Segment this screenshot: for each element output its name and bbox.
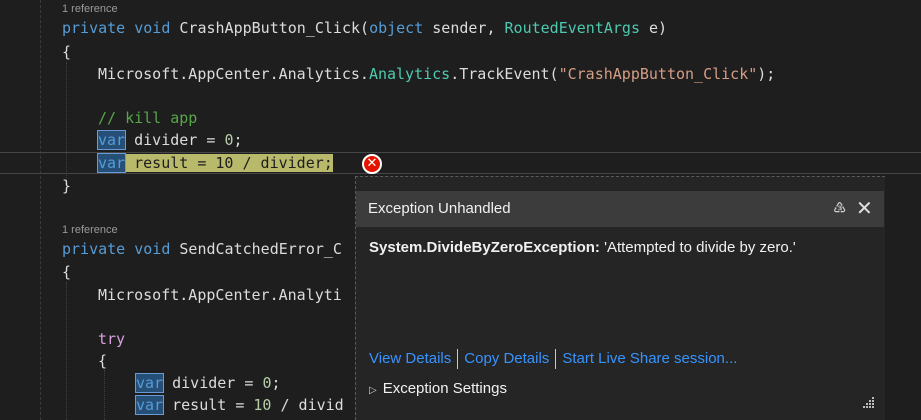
code-line-method-signature[interactable]: private void SendCatchedError_C: [62, 238, 342, 260]
close-icon[interactable]: ✕: [856, 196, 873, 221]
code-line-divider[interactable]: var divider = 0;: [134, 372, 281, 394]
method-call: .TrackEvent(: [450, 65, 559, 83]
gutter-guide: [40, 0, 41, 420]
keyword-var: var: [134, 395, 165, 415]
copy-details-link[interactable]: Copy Details: [464, 350, 549, 367]
keyword-private: private: [62, 19, 126, 37]
keyword-void: void: [134, 240, 171, 258]
class-name: Analytics: [368, 65, 451, 83]
exception-message: System.DivideByZeroException: 'Attempted…: [369, 239, 796, 256]
string-literal: "CrashAppButton_Click": [558, 65, 758, 83]
method-name: CrashAppButton_Click: [179, 19, 361, 37]
codelens-references[interactable]: 1 reference: [62, 3, 118, 15]
link-separator: [457, 349, 459, 369]
param-type: object: [369, 19, 424, 37]
keyword-void: void: [134, 19, 171, 37]
view-details-link[interactable]: View Details: [369, 350, 451, 367]
exception-popup-header: Exception Unhandled ♵ ✕: [356, 191, 884, 227]
resize-grip-icon[interactable]: [861, 395, 875, 409]
keyword-try[interactable]: try: [98, 328, 125, 350]
var-declaration: result =: [163, 396, 254, 414]
paren-open: (: [360, 19, 370, 37]
keyword-var: var: [134, 373, 165, 393]
exception-popup[interactable]: Exception Unhandled ♵ ✕ System.DivideByZ…: [355, 176, 885, 420]
live-share-link[interactable]: Start Live Share session...: [562, 350, 737, 367]
exception-text: 'Attempted to divide by zero.': [599, 239, 796, 256]
code-line-divider[interactable]: var divider = 0;: [96, 129, 243, 151]
error-statement: result = 10 / divider;: [134, 154, 333, 172]
spacer: [125, 154, 135, 172]
var-declaration: divider =: [163, 374, 263, 392]
param-name: e): [640, 19, 668, 37]
number-literal: 10: [253, 396, 272, 414]
namespace-path: Microsoft.AppCenter.Analytics.: [98, 65, 369, 83]
keyword-var: var: [96, 153, 127, 173]
statement-end: ;: [233, 131, 243, 149]
exception-popup-title: Exception Unhandled: [368, 200, 511, 217]
keyword-var: var: [96, 130, 127, 150]
exception-links: View Details Copy Details Start Live Share…: [369, 349, 737, 369]
exception-type: System.DivideByZeroException:: [369, 239, 600, 256]
code-line-brace[interactable]: }: [62, 175, 71, 197]
chevron-right-icon: ▷: [369, 385, 377, 396]
pin-icon[interactable]: ♵: [833, 199, 846, 217]
statement-end: ;: [271, 374, 281, 392]
exception-settings-toggle[interactable]: ▷ Exception Settings: [369, 380, 507, 397]
indent-guide: [66, 282, 67, 420]
code-line-brace[interactable]: {: [62, 261, 71, 283]
keyword-private: private: [62, 240, 126, 258]
codelens-references[interactable]: 1 reference: [62, 224, 118, 236]
param-type: RoutedEventArgs: [504, 19, 640, 37]
statement-end: );: [757, 65, 776, 83]
exception-settings-label: Exception Settings: [382, 380, 507, 397]
code-line-result[interactable]: var result = 10 / divid: [134, 394, 344, 416]
code-line-method-signature[interactable]: private void CrashAppButton_Click(object…: [62, 17, 667, 39]
expression: / divid: [271, 396, 344, 414]
param-name: sender,: [423, 19, 505, 37]
link-separator: [555, 349, 557, 369]
code-line-track-event[interactable]: Microsoft.AppCenter.Analyti: [98, 284, 342, 306]
var-declaration: divider =: [125, 131, 225, 149]
code-line-result-error[interactable]: var result = 10 / divider;: [96, 152, 333, 174]
code-editor[interactable]: 1 reference private void CrashAppButton_…: [0, 0, 921, 420]
indent-guide: [104, 370, 105, 420]
method-name: SendCatchedError_C: [179, 240, 342, 258]
code-line-brace[interactable]: {: [98, 350, 107, 372]
code-line-comment[interactable]: // kill app: [98, 107, 197, 129]
code-line-track-event[interactable]: Microsoft.AppCenter.Analytics.Analytics.…: [98, 63, 775, 85]
code-line-brace[interactable]: {: [62, 41, 71, 63]
error-circle-x-icon[interactable]: ✕: [362, 154, 382, 174]
